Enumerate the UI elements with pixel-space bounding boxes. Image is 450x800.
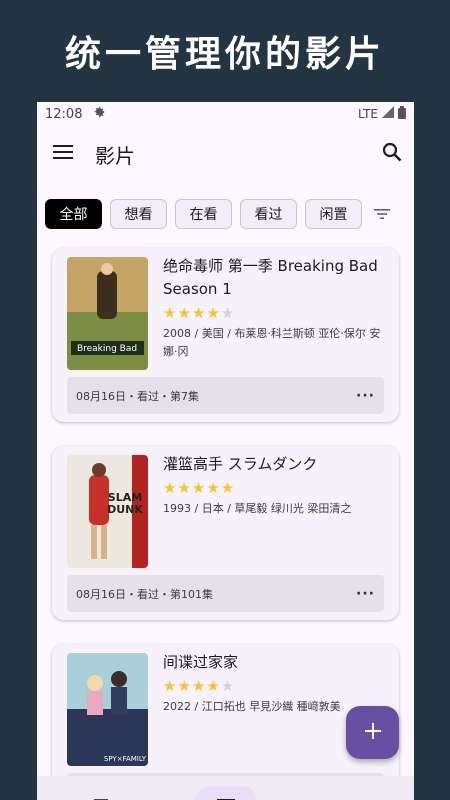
settings-gear-icon [92,105,106,123]
star-icon: ★ [220,677,235,695]
card-footer: 08月16日・看过・第7集 ··· [67,377,384,414]
star-icon: ★ [177,479,191,497]
movie-meta: 1993 / 日本 / 草尾毅 绿川光 梁田清之 [163,502,352,515]
svg-text:Breaking Bad: Breaking Bad [77,344,137,354]
chip-all[interactable]: 全部 [45,199,102,229]
card-footer: 08月16日・看过・第101集 ··· [67,575,384,612]
search-icon[interactable] [382,142,402,166]
add-fab-button[interactable] [346,706,399,759]
star-icon: ★ [163,677,177,695]
movie-clapper-icon [217,792,235,800]
star-icon: ★ [177,677,191,695]
star-icon: ★ [163,304,177,322]
status-time: 12:08 [45,106,83,122]
battery-icon [398,105,406,123]
more-options-icon[interactable]: ··· [356,586,375,602]
more-options-icon[interactable]: ··· [356,388,375,404]
promo-banner-title: 统一管理你的影片 [64,34,385,75]
menu-icon[interactable] [53,144,73,164]
movie-meta: 2008 / 美国 / 布莱恩·科兰斯顿 亚伦·保尔 安娜·冈 [163,327,381,358]
star-icon: ★ [163,479,177,497]
movie-info: 灌篮高手 スラムダンク ★ ★ ★ ★ ★ 1993 / 日本 / 草尾毅 绿川… [163,453,387,518]
movie-title: 灌篮高手 スラムダンク [163,455,318,473]
svg-text:SPY×FAMILY: SPY×FAMILY [104,755,147,763]
progress-text: 08月16日・看过・第7集 [76,389,199,403]
phone-screen: 12:08 LTE 影片 全部 想看 在看 看过 闲置 Breaking Bad… [37,102,414,800]
chip-idle[interactable]: 闲置 [305,199,362,229]
movie-title: 间谍过家家 [163,653,239,671]
star-icon: ★ [191,479,206,497]
signal-icon [382,106,394,122]
star-icon: ★ [206,677,220,695]
star-icon: ★ [220,304,235,322]
star-icon: ★ [220,479,235,497]
movie-info: 绝命毒师 第一季 Breaking Bad Season 1 ★ ★ ★ ★ ★… [163,255,387,361]
star-icon: ★ [191,304,206,322]
progress-text: 08月16日・看过・第101集 [76,587,213,601]
rating-stars: ★ ★ ★ ★ ★ [163,479,387,497]
chip-want[interactable]: 想看 [110,199,167,229]
poster-image: SLAM DUNK [67,455,148,568]
poster-image: SPY×FAMILY [67,653,148,766]
rating-stars: ★ ★ ★ ★ ★ [163,304,387,322]
star-icon: ★ [206,479,220,497]
top-app-bar: 影片 [37,126,414,182]
star-icon: ★ [177,304,191,322]
sort-icon[interactable] [374,208,390,220]
star-icon: ★ [206,304,220,322]
movie-title: 绝命毒师 第一季 Breaking Bad Season 1 [163,257,378,298]
chip-watched[interactable]: 看过 [240,199,297,229]
chip-watching[interactable]: 在看 [175,199,232,229]
svg-text:DUNK: DUNK [107,503,143,516]
star-icon: ★ [191,677,206,695]
nav-profile-icon[interactable] [345,794,353,800]
plus-icon [364,722,382,744]
filter-chips: 全部 想看 在看 看过 闲置 [37,194,414,234]
poster-image: Breaking Bad [67,257,148,370]
movie-card[interactable]: Breaking Bad 绝命毒师 第一季 Breaking Bad Seaso… [52,248,399,422]
nav-movies-tab[interactable] [195,786,257,800]
page-title: 影片 [95,143,135,168]
rating-stars: ★ ★ ★ ★ ★ [163,677,387,695]
bottom-navigation [37,776,414,800]
movie-card[interactable]: SLAM DUNK 灌篮高手 スラムダンク ★ ★ ★ ★ ★ 1993 / 日… [52,446,399,620]
nav-library-icon[interactable] [92,792,110,800]
status-bar: 12:08 LTE [37,102,414,126]
network-label: LTE [358,107,378,121]
